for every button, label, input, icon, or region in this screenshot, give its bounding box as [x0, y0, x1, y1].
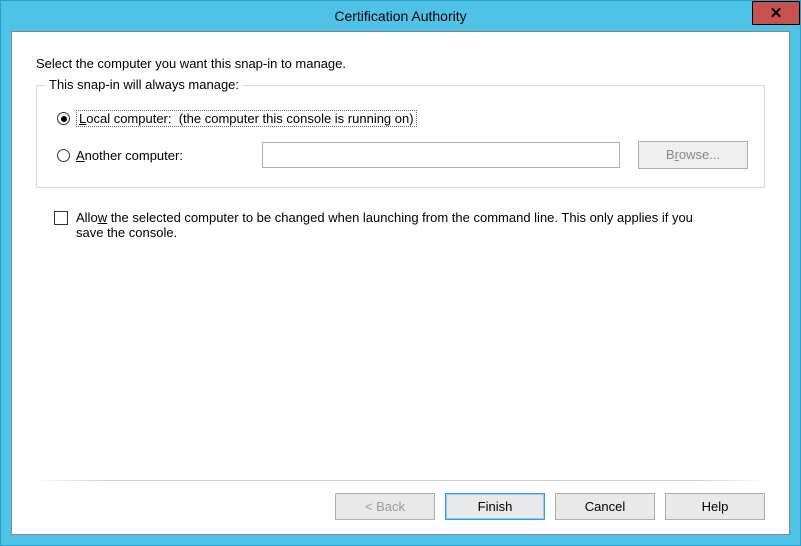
- manage-groupbox: This snap-in will always manage: Local c…: [36, 85, 765, 188]
- separator: [32, 480, 769, 481]
- button-row: < Back Finish Cancel Help: [36, 493, 765, 520]
- help-button[interactable]: Help: [665, 493, 765, 520]
- window-title: Certification Authority: [334, 8, 466, 24]
- instruction-text: Select the computer you want this snap-i…: [36, 56, 765, 71]
- allow-change-label: Allow the selected computer to be change…: [76, 210, 694, 240]
- back-button: < Back: [335, 493, 435, 520]
- radio-local[interactable]: [57, 112, 70, 125]
- radio-local-row[interactable]: Local computer: (the computer this conso…: [57, 110, 748, 127]
- close-button[interactable]: ✕: [752, 1, 800, 25]
- finish-button[interactable]: Finish: [445, 493, 545, 520]
- radio-another-row: Another computer: Browse...: [57, 141, 748, 169]
- dialog-window: Certification Authority ✕ Select the com…: [0, 0, 801, 546]
- cancel-button[interactable]: Cancel: [555, 493, 655, 520]
- close-icon: ✕: [770, 4, 783, 22]
- radio-another-label: Another computer:: [76, 148, 236, 163]
- group-legend: This snap-in will always manage:: [45, 77, 243, 92]
- spacer: [36, 240, 765, 480]
- another-computer-input[interactable]: [262, 142, 620, 168]
- allow-change-row[interactable]: Allow the selected computer to be change…: [54, 210, 694, 240]
- radio-local-label: Local computer: (the computer this conso…: [76, 110, 417, 127]
- browse-button: Browse...: [638, 141, 748, 169]
- titlebar: Certification Authority ✕: [1, 1, 800, 31]
- radio-another[interactable]: [57, 149, 70, 162]
- client-area: Select the computer you want this snap-i…: [11, 31, 790, 535]
- allow-change-checkbox[interactable]: [54, 211, 68, 225]
